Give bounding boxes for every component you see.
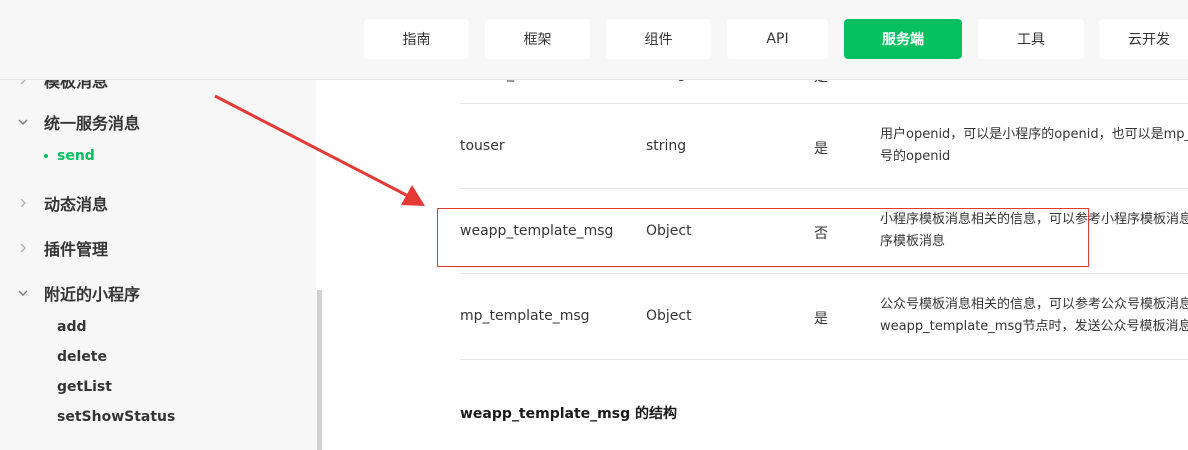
chevron-down-icon: [18, 117, 28, 127]
chevron-right-icon: [18, 243, 28, 253]
param-type: Object: [646, 223, 692, 239]
sidebar-item-send[interactable]: send: [57, 146, 95, 166]
sidebar-group-label: 模板消息: [44, 80, 109, 91]
row-divider: [460, 103, 1188, 104]
desc-line: 公众号模板消息相关的信息，可以参考公众号模板消息接口；有此节点并且没有: [880, 297, 1188, 312]
top-nav: 指南 框架 组件 API 服务端 工具 云开发: [0, 0, 1188, 80]
param-required: 是: [814, 311, 828, 327]
param-name: touser: [460, 138, 505, 154]
param-required: 是: [814, 141, 828, 157]
desc-line: 小程序模板消息相关的信息，可以参考小程序模板消息接口；有此节点则优先发送小程: [880, 212, 1188, 227]
param-name: mp_template_msg: [460, 308, 590, 324]
sidebar-group-nearby-miniprogram[interactable]: 附近的小程序: [0, 281, 300, 305]
sidebar-group-plugin-mgmt[interactable]: 插件管理: [0, 236, 300, 260]
nav-guide[interactable]: 指南: [364, 19, 469, 59]
nav-server[interactable]: 服务端: [844, 19, 962, 59]
sidebar-group-dynamic-msg[interactable]: 动态消息: [0, 191, 300, 215]
row-divider: [460, 273, 1188, 274]
nav-tools[interactable]: 工具: [978, 19, 1084, 59]
sidebar-item-add[interactable]: add: [57, 317, 87, 337]
sidebar-item-setshowstatus[interactable]: setShowStatus: [57, 407, 175, 427]
param-type: string: [646, 138, 687, 154]
nav-components[interactable]: 组件: [606, 19, 711, 59]
param-required: 否: [814, 226, 828, 242]
sidebar-group-label: 动态消息: [44, 195, 109, 214]
row-divider: [460, 359, 1188, 360]
nav-cloud-dev[interactable]: 云开发: [1099, 19, 1188, 59]
active-dot-icon: [44, 154, 48, 158]
desc-line: weapp_template_msg节点时，发送公众号模板消息: [880, 319, 1188, 334]
nav-api[interactable]: API: [727, 19, 828, 59]
sidebar-group-label: 附近的小程序: [44, 285, 141, 304]
desc-line: 号的openid: [880, 149, 951, 164]
section-title: weapp_template_msg 的结构: [460, 406, 677, 422]
sidebar: 模板消息 统一服务消息 send 动态消息 插件管理 附近的小程序 add de…: [0, 80, 316, 450]
param-name: weapp_template_msg: [460, 223, 614, 239]
chevron-right-icon: [18, 198, 28, 208]
sidebar-group-label: 插件管理: [44, 240, 109, 259]
sidebar-group-label: 统一服务消息: [44, 114, 141, 133]
sidebar-group-template-msg[interactable]: 模板消息: [0, 80, 300, 92]
param-type: Object: [646, 308, 692, 324]
param-description: 小程序模板消息相关的信息，可以参考小程序模板消息接口；有此节点则优先发送小程 序…: [880, 209, 1188, 253]
chevron-right-icon: [18, 80, 28, 85]
param-description: 用户openid，可以是小程序的openid，也可以是mp_template_m…: [880, 124, 1188, 168]
row-divider: [460, 188, 1188, 189]
nav-framework[interactable]: 框架: [485, 19, 590, 59]
chevron-down-icon: [18, 288, 28, 298]
sidebar-item-delete[interactable]: delete: [57, 347, 107, 367]
desc-line: 序模板消息: [880, 234, 946, 249]
sidebar-group-unified-service-msg[interactable]: 统一服务消息: [0, 110, 300, 134]
param-description: 公众号模板消息相关的信息，可以参考公众号模板消息接口；有此节点并且没有 weap…: [880, 294, 1188, 338]
desc-line: 用户openid，可以是小程序的openid，也可以是mp_template_m…: [880, 127, 1188, 142]
sidebar-item-getlist[interactable]: getList: [57, 377, 112, 397]
